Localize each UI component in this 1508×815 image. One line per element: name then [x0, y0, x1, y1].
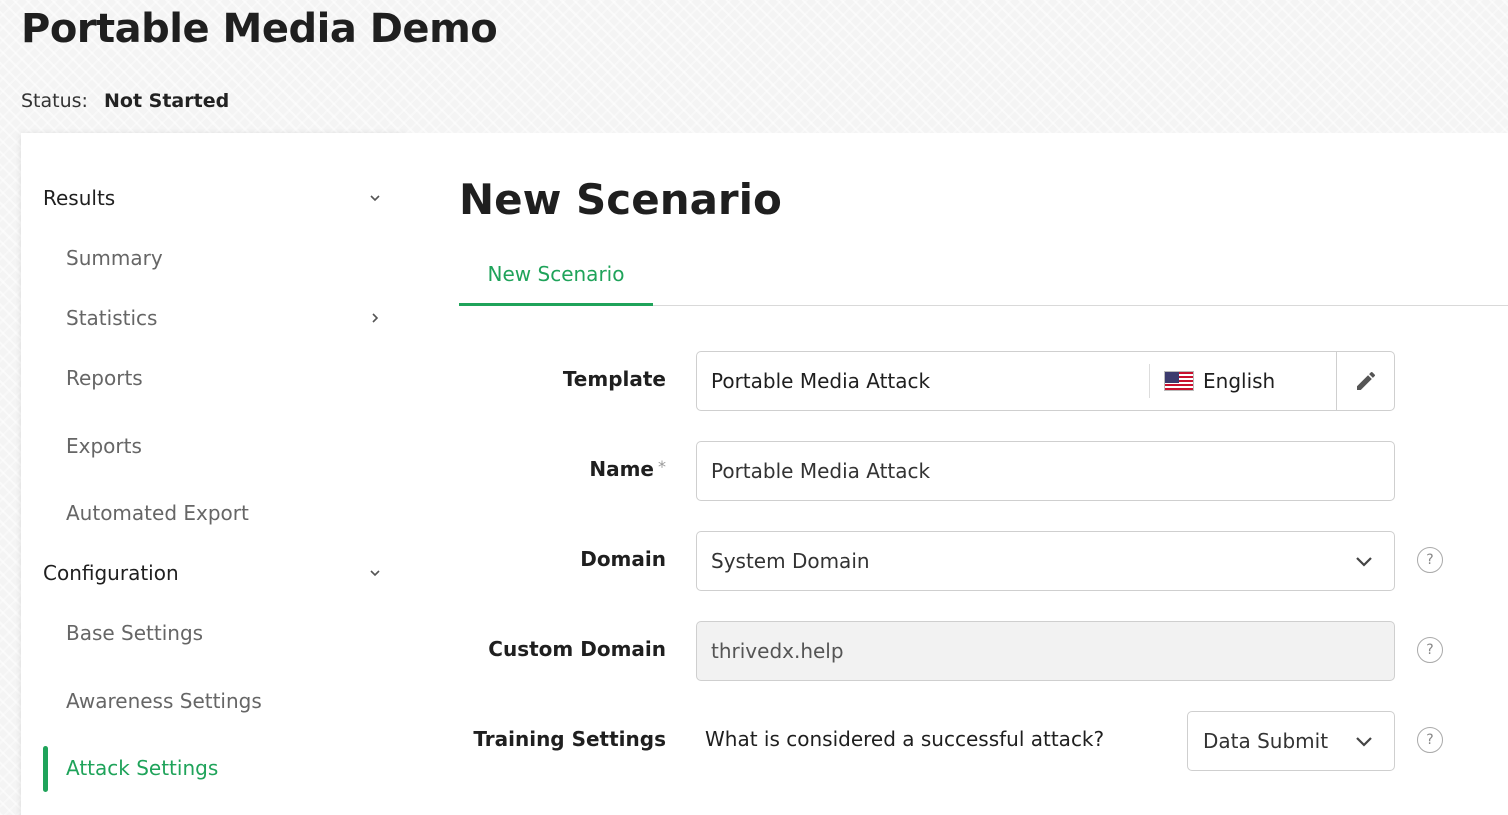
sidebar-group-label: Configuration: [43, 561, 179, 585]
sidebar-item-automated-export[interactable]: Automated Export: [66, 493, 383, 533]
domain-select[interactable]: System Domain: [696, 531, 1395, 591]
custom-domain-label: Custom Domain: [488, 637, 666, 661]
sidebar-item-label: Summary: [66, 246, 163, 270]
sidebar-item-label: Attack Settings: [66, 756, 219, 780]
chevron-down-icon: [1334, 550, 1394, 572]
sidebar-item-label: Exports: [66, 434, 142, 458]
template-label: Template: [562, 367, 666, 391]
name-label: Name *: [589, 457, 666, 481]
training-help-icon[interactable]: ?: [1417, 727, 1443, 753]
sidebar-item-label: Awareness Settings: [66, 689, 262, 713]
template-value: Portable Media Attack: [711, 369, 931, 393]
training-settings-label: Training Settings: [473, 727, 666, 751]
sidebar-item-statistics[interactable]: Statistics: [66, 298, 383, 338]
sidebar-item-label: Reports: [66, 366, 143, 390]
chevron-down-icon: [1334, 730, 1394, 752]
pencil-icon: [1356, 371, 1375, 390]
domain-label: Domain: [580, 547, 666, 571]
main-panel: New Scenario New Scenario Template Porta…: [405, 133, 1508, 815]
tab-new-scenario[interactable]: New Scenario: [459, 257, 653, 306]
sidebar-group-results[interactable]: Results: [43, 178, 383, 218]
name-input[interactable]: Portable Media Attack: [696, 441, 1395, 501]
domain-value: System Domain: [711, 549, 870, 573]
custom-domain-input[interactable]: thrivedx.help: [696, 621, 1395, 681]
custom-domain-help-icon[interactable]: ?: [1417, 637, 1443, 663]
status-value: Not Started: [104, 90, 230, 112]
sidebar-item-label: Base Settings: [66, 621, 204, 645]
sidebar-group-configuration[interactable]: Configuration: [43, 553, 383, 593]
template-field: Portable Media Attack English: [696, 351, 1395, 411]
sidebar-item-attack-settings[interactable]: Attack Settings: [66, 748, 383, 788]
name-value: Portable Media Attack: [711, 459, 931, 483]
sidebar-item-exports[interactable]: Exports: [66, 426, 383, 466]
sidebar: Results Summary Statistics Reports Expor…: [21, 133, 405, 815]
status-row: Status: Not Started: [21, 90, 229, 112]
success-question: What is considered a successful attack?: [705, 727, 1105, 751]
sidebar-item-label: Statistics: [66, 306, 158, 330]
scenario-title: New Scenario: [459, 175, 782, 224]
sidebar-item-summary[interactable]: Summary: [66, 238, 383, 278]
domain-help-icon[interactable]: ?: [1417, 547, 1443, 573]
active-indicator: [43, 746, 48, 792]
custom-domain-value: thrivedx.help: [711, 639, 844, 663]
us-flag-icon: [1164, 371, 1194, 391]
sidebar-item-awareness-settings[interactable]: Awareness Settings: [66, 681, 383, 721]
page-title: Portable Media Demo: [21, 6, 498, 52]
chevron-down-icon: [367, 565, 383, 581]
chevron-down-icon: [367, 190, 383, 206]
status-label: Status:: [21, 90, 88, 112]
success-criteria-select[interactable]: Data Submit: [1187, 711, 1395, 771]
edit-template-button[interactable]: [1336, 352, 1394, 410]
sidebar-item-label: Automated Export: [66, 501, 249, 525]
sidebar-item-base-settings[interactable]: Base Settings: [66, 613, 383, 653]
sidebar-group-label: Results: [43, 186, 116, 210]
success-criteria-value: Data Submit: [1203, 729, 1329, 753]
chevron-right-icon: [367, 310, 383, 326]
sidebar-item-reports[interactable]: Reports: [66, 358, 383, 398]
language-label: English: [1203, 369, 1276, 393]
required-mark: *: [658, 457, 666, 476]
language-selector[interactable]: English: [1150, 369, 1336, 393]
